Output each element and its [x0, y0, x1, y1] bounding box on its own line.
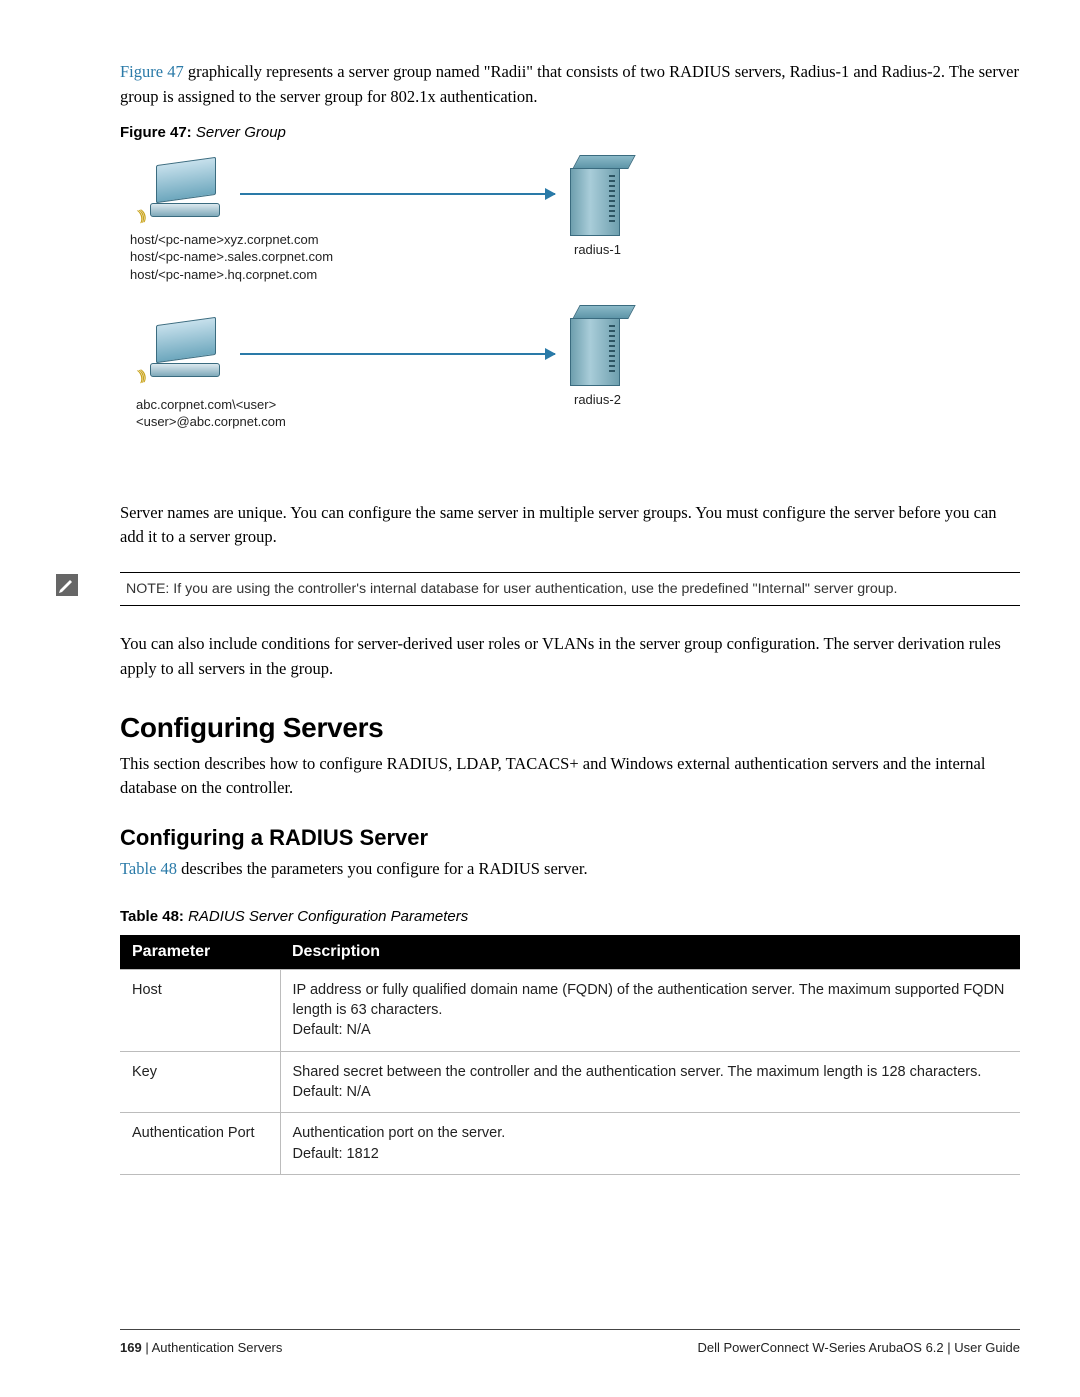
table-header-parameter: Parameter — [120, 935, 280, 970]
server-label-1: radius-1 — [574, 241, 621, 259]
figure-caption-label: Figure 47: — [120, 124, 192, 141]
conditions-paragraph: You can also include conditions for serv… — [120, 632, 1020, 682]
server-icon — [570, 155, 626, 237]
table-caption: Table 48: RADIUS Server Configuration Pa… — [120, 908, 1020, 925]
radius-intro-rest: describes the parameters you configure f… — [177, 859, 588, 878]
radius-params-table: Parameter Description Host IP address or… — [120, 935, 1020, 1175]
param-cell: Host — [120, 969, 280, 1051]
desc-cell: Shared secret between the controller and… — [280, 1051, 1020, 1113]
server-names-paragraph: Server names are unique. You can configu… — [120, 501, 1020, 551]
configuring-servers-heading: Configuring Servers — [120, 712, 1020, 744]
arrow-icon — [240, 193, 555, 195]
footer-left: 169 | Authentication Servers — [120, 1340, 282, 1355]
server-group-figure: ))) ))) host/<pc-name>xyz.corpnet.com ho… — [120, 151, 680, 481]
laptop-icon: ))) — [150, 321, 230, 381]
footer-section: | Authentication Servers — [142, 1340, 283, 1355]
table-row: Authentication Port Authentication port … — [120, 1113, 1020, 1175]
page-footer: 169 | Authentication Servers Dell PowerC… — [120, 1329, 1020, 1355]
footer-right: Dell PowerConnect W-Series ArubaOS 6.2 |… — [698, 1340, 1021, 1355]
param-cell: Key — [120, 1051, 280, 1113]
configuring-servers-paragraph: This section describes how to configure … — [120, 752, 1020, 802]
intro-text: graphically represents a server group na… — [120, 62, 1019, 106]
radius-intro-paragraph: Table 48 describes the parameters you co… — [120, 857, 1020, 882]
host-label-1: host/<pc-name>xyz.corpnet.com host/<pc-n… — [130, 231, 333, 284]
server-label-2: radius-2 — [574, 391, 621, 409]
param-cell: Authentication Port — [120, 1113, 280, 1175]
note-block: NOTE: If you are using the controller's … — [56, 572, 1020, 606]
desc-cell: IP address or fully qualified domain nam… — [280, 969, 1020, 1051]
host-label-2: abc.corpnet.com\<user> <user>@abc.corpne… — [136, 396, 286, 431]
figure-caption-title: Server Group — [192, 124, 286, 141]
table-48-link[interactable]: Table 48 — [120, 859, 177, 878]
note-text: NOTE: If you are using the controller's … — [120, 572, 1020, 606]
intro-paragraph: Figure 47 graphically represents a serve… — [120, 60, 1020, 110]
table-caption-label: Table 48: — [120, 908, 184, 925]
figure-caption: Figure 47: Server Group — [120, 124, 1020, 141]
note-pencil-icon — [56, 574, 78, 596]
table-row: Key Shared secret between the controller… — [120, 1051, 1020, 1113]
server-icon — [570, 305, 626, 387]
configuring-radius-heading: Configuring a RADIUS Server — [120, 825, 1020, 851]
table-caption-title: RADIUS Server Configuration Parameters — [184, 908, 468, 925]
desc-cell: Authentication port on the server. Defau… — [280, 1113, 1020, 1175]
laptop-icon: ))) — [150, 161, 230, 221]
table-header-description: Description — [280, 935, 1020, 970]
figure-47-link[interactable]: Figure 47 — [120, 62, 184, 81]
table-row: Host IP address or fully qualified domai… — [120, 969, 1020, 1051]
page-number: 169 — [120, 1340, 142, 1355]
arrow-icon — [240, 353, 555, 355]
